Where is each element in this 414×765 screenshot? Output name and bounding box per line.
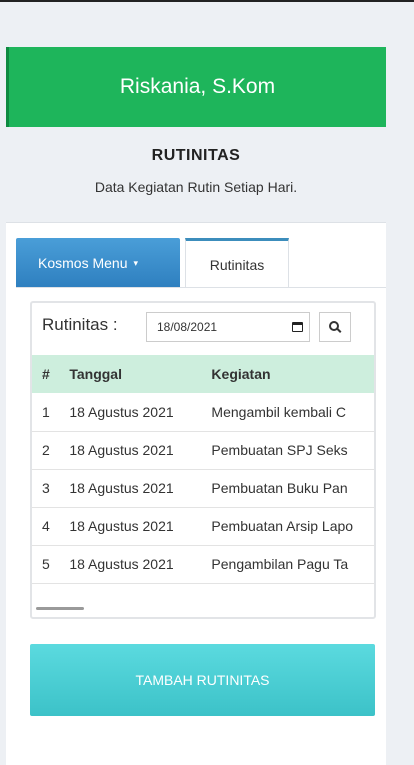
table-row[interactable]: 3 18 Agustus 2021 Pembuatan Buku Pan — [32, 469, 374, 508]
row-tanggal: 18 Agustus 2021 — [59, 393, 202, 432]
add-rutinitas-label: TAMBAH RUTINITAS — [135, 672, 270, 688]
tab-rutinitas[interactable]: Rutinitas — [185, 238, 289, 288]
row-number: 1 — [32, 393, 60, 432]
row-tanggal: 18 Agustus 2021 — [59, 545, 202, 584]
table-row[interactable]: 5 18 Agustus 2021 Pengambilan Pagu Ta — [32, 545, 374, 584]
page-description: Data Kegiatan Rutin Setiap Hari. — [94, 179, 298, 195]
date-input[interactable]: 18/08/2021 — [146, 312, 310, 342]
calendar-icon[interactable] — [292, 322, 303, 332]
user-name: Riskania, S.Kom — [119, 75, 276, 98]
row-kegiatan: Pembuatan Buku Pan — [201, 469, 374, 508]
search-icon — [329, 321, 339, 331]
row-tanggal: 18 Agustus 2021 — [59, 431, 202, 470]
table-row[interactable]: 1 18 Agustus 2021 Mengambil kembali C — [32, 393, 374, 432]
row-number: 2 — [32, 431, 60, 470]
kosmos-menu-label: Kosmos Menu — [38, 255, 128, 271]
caret-down-icon: ▾ — [133, 257, 139, 268]
user-header: Riskania, S.Kom — [6, 47, 386, 127]
rutinitas-table: # Tanggal Kegiatan 1 18 Agustus 2021 Men… — [32, 355, 374, 584]
date-filter-row: Rutinitas : 18/08/2021 — [32, 303, 374, 347]
row-kegiatan: Pengambilan Pagu Ta — [201, 545, 374, 584]
page-title: RUTINITAS — [151, 147, 241, 164]
row-kegiatan: Mengambil kembali C — [201, 393, 374, 432]
rutinitas-card: Rutinitas : 18/08/2021 # Tanggal Kegiata… — [30, 301, 376, 619]
column-header-no: # — [32, 355, 60, 393]
kosmos-menu-dropdown[interactable]: Kosmos Menu ▾ — [16, 238, 180, 288]
horizontal-scrollbar[interactable] — [36, 607, 84, 610]
row-tanggal: 18 Agustus 2021 — [59, 507, 202, 546]
page-subheader: RUTINITAS Data Kegiatan Rutin Setiap Har… — [6, 127, 386, 222]
add-rutinitas-button[interactable]: TAMBAH RUTINITAS — [30, 644, 375, 716]
table-row[interactable]: 2 18 Agustus 2021 Pembuatan SPJ Seks — [32, 431, 374, 470]
row-kegiatan: Pembuatan Arsip Lapo — [201, 507, 374, 546]
table-header-row: # Tanggal Kegiatan — [32, 355, 374, 393]
column-header-tanggal: Tanggal — [59, 355, 202, 393]
tab-divider — [16, 287, 386, 288]
date-value: 18/08/2021 — [157, 320, 218, 334]
column-header-kegiatan: Kegiatan — [201, 355, 374, 393]
filter-label: Rutinitas : — [42, 315, 118, 334]
search-button[interactable] — [319, 312, 351, 342]
row-number: 4 — [32, 507, 60, 546]
tab-rutinitas-label: Rutinitas — [209, 256, 265, 273]
row-kegiatan: Pembuatan SPJ Seks — [201, 431, 374, 470]
content-panel: Kosmos Menu ▾ Rutinitas Rutinitas : 18/0… — [6, 222, 386, 765]
table-row[interactable]: 4 18 Agustus 2021 Pembuatan Arsip Lapo — [32, 507, 374, 546]
row-tanggal: 18 Agustus 2021 — [59, 469, 202, 508]
row-number: 3 — [32, 469, 60, 508]
row-number: 5 — [32, 545, 60, 584]
